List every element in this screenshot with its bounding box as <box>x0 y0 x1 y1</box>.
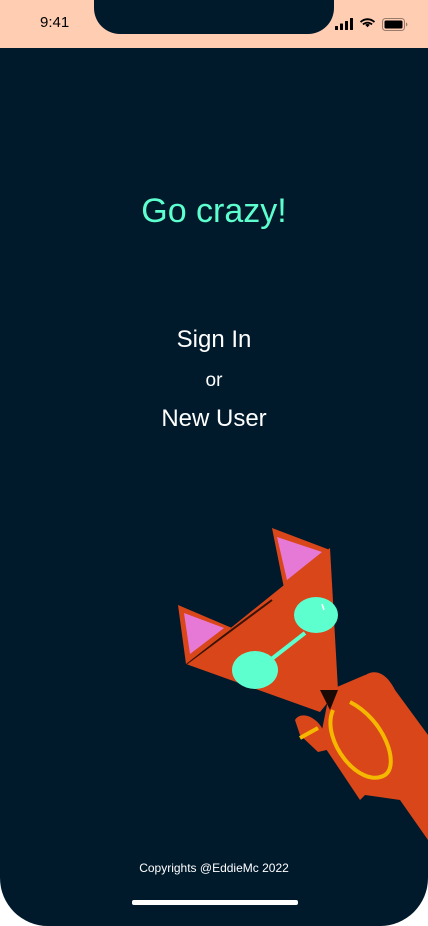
status-time: 9:41 <box>40 14 70 31</box>
status-icons <box>335 14 408 34</box>
cellular-signal-icon <box>335 18 353 30</box>
or-separator: or <box>205 370 223 391</box>
battery-icon <box>382 17 408 31</box>
home-indicator[interactable] <box>132 900 298 905</box>
new-user-link[interactable]: New User <box>0 405 428 433</box>
device-notch <box>94 0 334 34</box>
fox-mascot-illustration <box>178 528 428 840</box>
app-screen: 9:41 Go crazy! Sign In or New User Copyr… <box>0 0 428 926</box>
sign-in-link[interactable]: Sign In <box>0 326 428 354</box>
copyright-text: Copyrights @EddieMc 2022 <box>139 861 289 875</box>
wifi-icon <box>359 18 376 30</box>
headline: Go crazy! <box>141 192 287 230</box>
status-bar: 9:41 <box>0 0 428 48</box>
